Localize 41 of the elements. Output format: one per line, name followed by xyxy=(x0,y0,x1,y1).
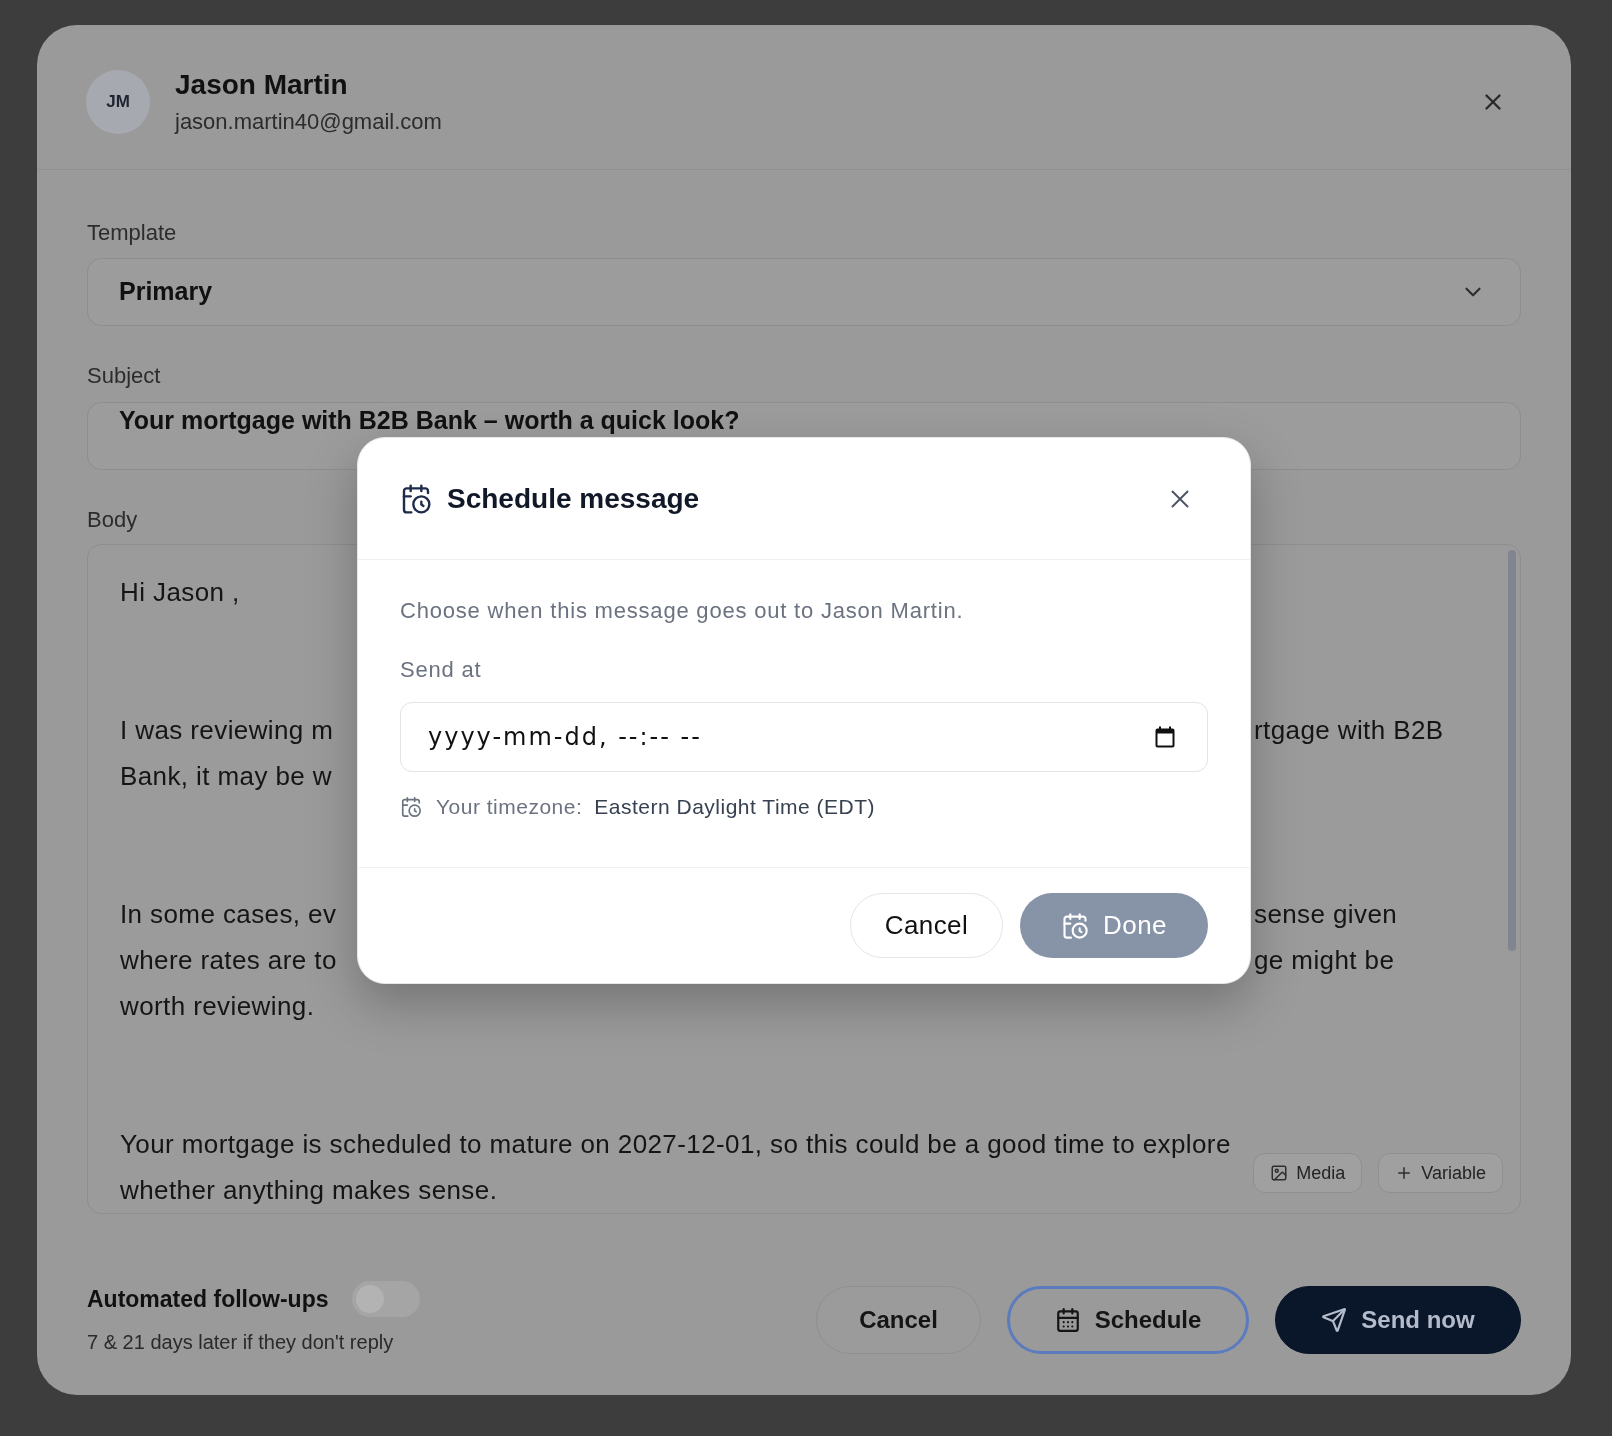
body-text: Hi Jason , xyxy=(120,576,240,609)
body-text: Your mortgage is scheduled to mature on 2027-12-01, so this could be a good time to explore xyxy=(120,1128,1231,1161)
datetime-field[interactable]: yyyy-mm-dd, --:-- -- xyxy=(400,702,1208,772)
field-label: Template xyxy=(87,219,178,247)
body-text: sense given xyxy=(1254,898,1398,931)
schedule-button[interactable]: Schedule xyxy=(1007,1285,1249,1354)
dialog-description: Choose when this message goes out to Jason Martin. xyxy=(400,597,965,625)
variable-button[interactable]: Variable xyxy=(1378,1153,1503,1193)
cancel-button[interactable]: Cancel xyxy=(816,1285,981,1354)
image-icon xyxy=(1270,1164,1289,1182)
timezone-label: Your timezone: xyxy=(436,794,583,821)
body-text: Bank, it may be w xyxy=(120,760,332,793)
media-button[interactable]: Media xyxy=(1253,1153,1363,1193)
contact-email: jason.martin40@gmail.com xyxy=(175,108,442,136)
calendar-clock-icon xyxy=(1061,911,1090,940)
body-text: I was reviewing m xyxy=(120,714,334,747)
body-text: worth reviewing. xyxy=(120,990,315,1023)
dialog-title: Schedule message xyxy=(447,481,700,516)
timezone-value: Eastern Daylight Time (EDT) xyxy=(594,794,876,821)
body-text: rtgage with B2B xyxy=(1254,714,1444,747)
avatar: JM xyxy=(86,70,150,134)
toggle-switch[interactable] xyxy=(352,1281,421,1317)
field-label: Send at xyxy=(400,656,483,684)
calendar-clock-icon xyxy=(400,482,432,515)
follow-ups-title: Automated follow-ups xyxy=(87,1285,329,1314)
scrollbar-thumb[interactable] xyxy=(1508,550,1516,951)
field-label: Body xyxy=(87,506,139,534)
body-text: ge might be xyxy=(1254,944,1395,977)
send-icon xyxy=(1321,1306,1348,1333)
body-text: In some cases, ev xyxy=(120,898,337,931)
body-text: whether anything makes sense. xyxy=(120,1174,498,1207)
field-label: Subject xyxy=(87,362,162,390)
follow-ups-hint: 7 & 21 days later if they don't reply xyxy=(87,1330,395,1355)
send-button[interactable]: Send now xyxy=(1275,1285,1521,1354)
calendar-icon xyxy=(1054,1306,1081,1333)
calendar-clock-icon xyxy=(400,796,422,818)
calendar-icon[interactable] xyxy=(1155,726,1175,748)
cancel-button[interactable]: Cancel xyxy=(850,893,1003,958)
body-text: where rates are to xyxy=(120,944,337,977)
contact-name: Jason Martin xyxy=(175,68,349,102)
template-select[interactable]: Primary xyxy=(87,258,1521,326)
